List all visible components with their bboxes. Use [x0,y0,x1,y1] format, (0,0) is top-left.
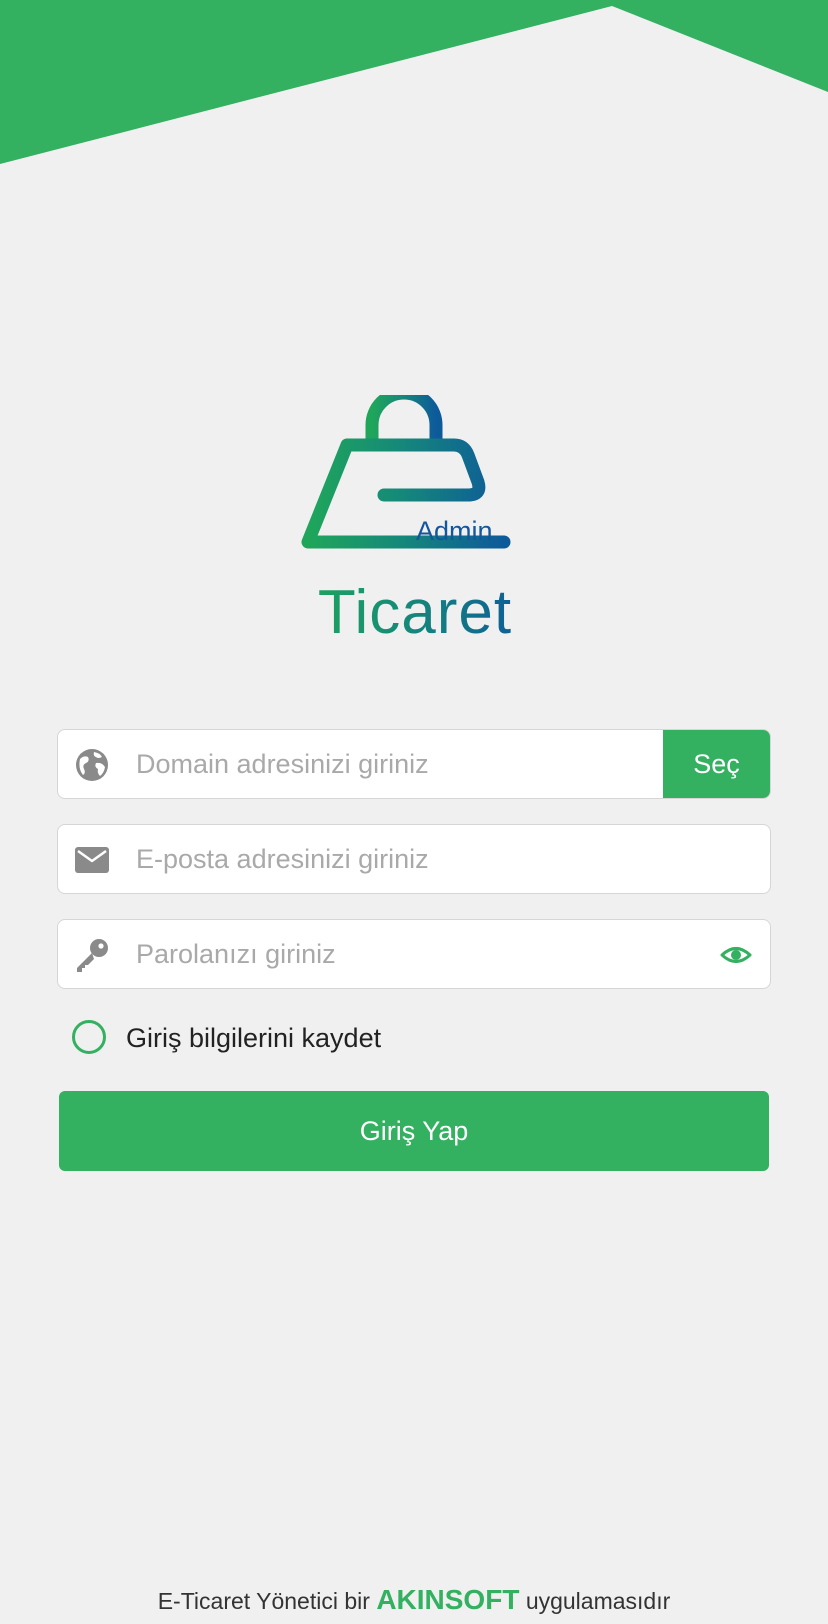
logo-badge-text: Admin [416,516,493,546]
login-button[interactable]: Giriş Yap [59,1091,769,1171]
email-input[interactable] [136,825,746,893]
eye-icon[interactable] [720,939,752,971]
logo-wordmark: Ticaret [300,578,530,648]
key-icon [77,939,108,972]
remember-me-radio[interactable] [72,1020,106,1054]
select-domain-button[interactable]: Seç [663,730,770,798]
header-decoration [0,0,828,164]
domain-input[interactable] [136,730,656,798]
footer-brand: AKINSOFT [376,1584,520,1615]
remember-me-label: Giriş bilgilerini kaydet [126,1023,382,1053]
footer-prefix: E-Ticaret Yönetici bir [157,1588,370,1614]
email-field [57,824,771,894]
password-input[interactable] [136,920,696,988]
globe-icon [76,749,108,781]
footer-text: E-Ticaret Yönetici bir AKINSOFT uygulama… [0,1580,828,1621]
envelope-icon [75,847,109,873]
password-field [57,919,771,989]
footer-suffix: uygulamasıdır [525,1588,671,1614]
domain-field: Seç [57,729,771,799]
